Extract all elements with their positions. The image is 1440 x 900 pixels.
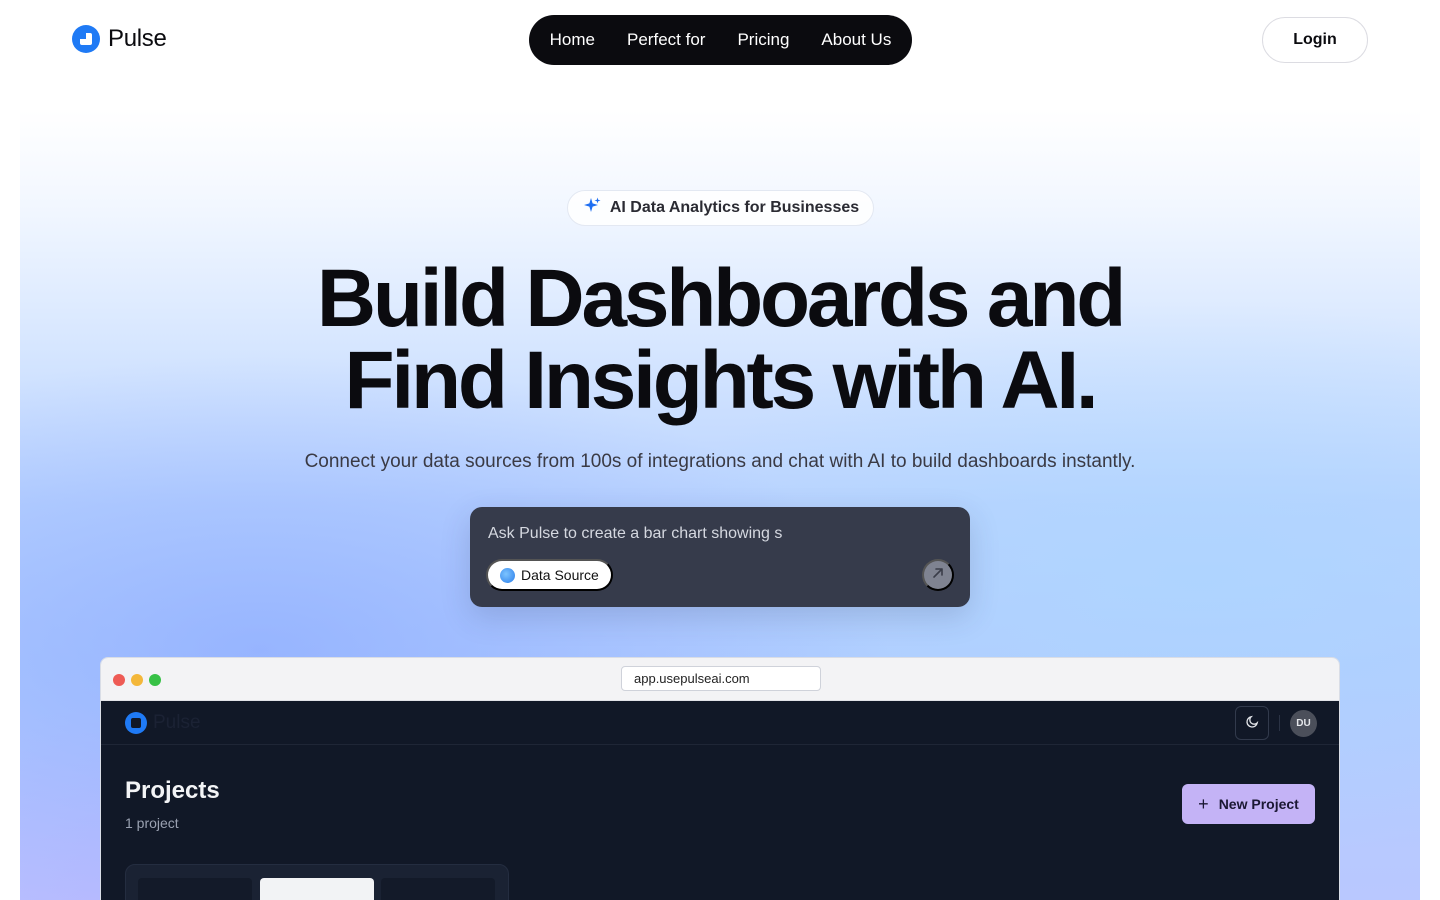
nav-link-pricing[interactable]: Pricing (737, 30, 789, 50)
app-header: Pulse DU (101, 701, 1339, 745)
new-project-button: + New Project (1182, 784, 1315, 824)
headline-line-1: Build Dashboards and (316, 253, 1126, 344)
brand-logo[interactable]: Pulse (72, 25, 167, 53)
theme-toggle-button (1235, 706, 1269, 740)
hero-badge: AI Data Analytics for Businesses (567, 190, 874, 226)
app-brand-name: Pulse (153, 712, 201, 733)
projects-count: 1 project (125, 815, 179, 831)
badge-text: AI Data Analytics for Businesses (609, 199, 860, 216)
app-logo: Pulse (125, 712, 201, 734)
project-thumbnail (381, 878, 495, 900)
nav-link-perfect-for[interactable]: Perfect for (627, 30, 705, 50)
ai-prompt-box: Data Source (470, 507, 970, 607)
prompt-input[interactable] (488, 523, 928, 545)
moon-icon (1245, 714, 1260, 733)
login-button[interactable]: Login (1262, 17, 1368, 63)
pulse-logo-icon (72, 25, 100, 53)
window-close-dot (113, 674, 125, 686)
window-minimize-dot (131, 674, 143, 686)
globe-icon (500, 567, 515, 583)
hero-subhead: Connect your data sources from 100s of i… (304, 451, 1136, 472)
new-project-label: New Project (1218, 796, 1299, 812)
address-bar: app.usepulseai.com (621, 666, 821, 691)
brand-name: Pulse (108, 25, 167, 52)
top-nav: Pulse Home Perfect for Pricing About Us … (0, 0, 1440, 80)
browser-mockup: app.usepulseai.com Pulse DU Projects 1 p… (100, 657, 1340, 900)
project-card (125, 864, 509, 900)
headline-line-2: Find Insights with AI. (344, 335, 1098, 426)
project-thumbnail (260, 878, 374, 900)
plus-icon: + (1198, 793, 1209, 814)
avatar: DU (1290, 710, 1317, 737)
browser-titlebar: app.usepulseai.com (101, 658, 1339, 701)
window-maximize-dot (149, 674, 161, 686)
pulse-logo-icon (125, 712, 147, 734)
nav-link-home[interactable]: Home (550, 30, 595, 50)
app-preview: Pulse DU Projects 1 project + New Projec… (101, 701, 1339, 900)
data-source-button[interactable]: Data Source (486, 559, 613, 591)
header-divider (1279, 715, 1280, 731)
nav-link-about-us[interactable]: About Us (821, 30, 891, 50)
sparkle-icon (582, 196, 602, 220)
project-thumbnail (138, 878, 252, 900)
main-nav: Home Perfect for Pricing About Us (529, 15, 912, 65)
send-button[interactable] (922, 559, 954, 591)
hero-headline: Build Dashboards and Find Insights with … (0, 258, 1440, 422)
data-source-label: Data Source (521, 567, 599, 583)
arrow-up-right-icon (931, 566, 945, 585)
page-title: Projects (125, 777, 220, 804)
